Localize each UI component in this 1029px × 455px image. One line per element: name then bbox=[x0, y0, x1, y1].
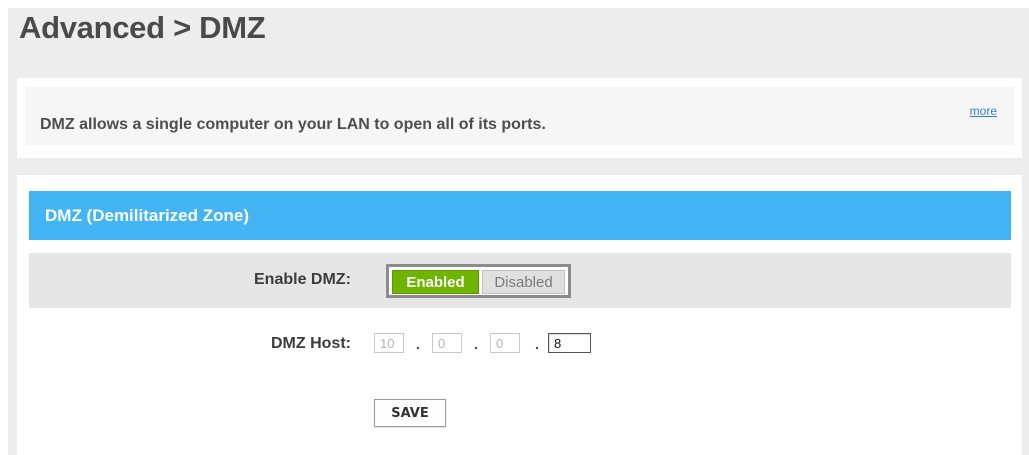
dmz-panel: DMZ (Demilitarized Zone) Enable DMZ: Ena… bbox=[17, 175, 1022, 455]
enable-dmz-row: Enable DMZ: Enabled Disabled bbox=[29, 253, 1011, 308]
enable-dmz-label: Enable DMZ: bbox=[254, 271, 351, 288]
panel-title: DMZ (Demilitarized Zone) bbox=[45, 206, 250, 225]
disabled-option-button[interactable]: Disabled bbox=[482, 270, 565, 294]
ip-separator: . bbox=[535, 336, 539, 352]
more-link[interactable]: more bbox=[970, 104, 997, 118]
save-button[interactable]: SAVE bbox=[374, 399, 446, 427]
enable-dmz-toggle: Enabled Disabled bbox=[386, 264, 571, 298]
page-title: Advanced > DMZ bbox=[19, 10, 266, 45]
ip-separator: . bbox=[474, 336, 478, 352]
info-box: DMZ allows a single computer on your LAN… bbox=[17, 78, 1022, 158]
ip-separator: . bbox=[416, 336, 420, 352]
dmz-host-octet-3[interactable] bbox=[490, 333, 520, 353]
enabled-option-button[interactable]: Enabled bbox=[392, 270, 479, 294]
panel-header: DMZ (Demilitarized Zone) bbox=[29, 191, 1011, 240]
info-panel: DMZ allows a single computer on your LAN… bbox=[25, 87, 1014, 145]
dmz-host-octet-2[interactable] bbox=[432, 333, 462, 353]
info-description: DMZ allows a single computer on your LAN… bbox=[40, 116, 546, 133]
dmz-host-label: DMZ Host: bbox=[271, 335, 351, 352]
dmz-host-octet-4[interactable] bbox=[548, 333, 591, 353]
dmz-host-octet-1[interactable] bbox=[374, 333, 404, 353]
